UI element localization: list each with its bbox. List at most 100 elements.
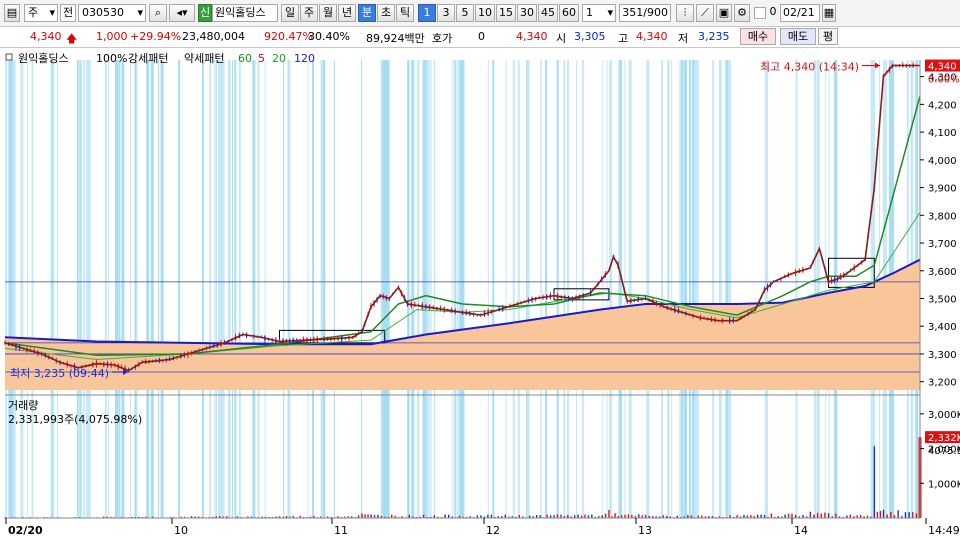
volume-bar <box>577 514 579 518</box>
strong-pattern-band <box>134 60 137 518</box>
volume-bar <box>604 513 607 518</box>
strong-pattern-band <box>817 60 820 518</box>
strong-pattern-band <box>160 60 164 518</box>
date-checkbox[interactable] <box>754 7 766 19</box>
strong-pattern-band <box>83 60 85 518</box>
volume-bar <box>608 510 610 518</box>
volume-tick-label: 3,000K <box>928 410 960 421</box>
x-tick-label: 14:49 <box>928 524 960 537</box>
chart-menu-icon[interactable]: ▤ <box>4 4 20 22</box>
volume-bar <box>591 514 593 518</box>
buy-button[interactable]: 매수 <box>740 28 776 45</box>
strong-pattern-band <box>231 60 233 518</box>
candle-type-icon[interactable]: ⫶ <box>676 4 694 22</box>
strong-pattern-band <box>512 60 515 518</box>
strong-pattern-band <box>215 60 217 518</box>
strong-pattern-band <box>118 60 121 518</box>
price-tick-label: 3,400 <box>928 322 957 333</box>
interval-button-15[interactable]: 15 <box>496 4 516 22</box>
volume-bar <box>820 513 822 518</box>
period-button-year[interactable]: 년 <box>338 4 356 22</box>
calendar-icon[interactable]: ▦ <box>822 4 836 22</box>
interval-button-45[interactable]: 45 <box>538 4 558 22</box>
strong-pattern-band <box>130 60 132 518</box>
interval-button-1[interactable]: 1 <box>418 4 436 22</box>
open-label: 시 <box>556 32 567 45</box>
gear-icon[interactable]: ⚙ <box>734 4 750 22</box>
average-button[interactable]: 평 <box>818 28 838 45</box>
strong-pattern-band <box>79 60 81 518</box>
volume-bar <box>560 514 562 518</box>
price-tick-label: 3,800 <box>928 211 957 222</box>
volume-summary: 2,331,993주(4,075.98%) <box>8 413 142 426</box>
low-annotation: 최저 3,235 (09:44) <box>10 367 109 380</box>
market-select[interactable]: 주 ▾ <box>24 4 58 22</box>
current-price-tag: 4,340 <box>928 62 957 73</box>
strong-pattern-band <box>8 60 12 518</box>
strong-pattern-band <box>430 60 432 518</box>
period-button-second[interactable]: 초 <box>377 4 395 22</box>
speaker-icon[interactable]: ◂▾ <box>169 4 195 22</box>
period-button-week[interactable]: 주 <box>300 4 318 22</box>
strong-pattern-band <box>104 60 107 518</box>
price-tick-label: 4,200 <box>928 100 957 111</box>
interval-button-3[interactable]: 3 <box>437 4 455 22</box>
line-draw-icon[interactable]: ⟋ <box>696 4 714 22</box>
count-display[interactable]: 351/900 <box>619 4 671 22</box>
legend-bullet-icon <box>5 53 13 61</box>
save-icon[interactable]: ▣ <box>716 4 732 22</box>
volume-bar <box>912 512 914 518</box>
interval-button-30[interactable]: 30 <box>517 4 537 22</box>
volume-bar <box>787 513 790 518</box>
interval-button-10[interactable]: 10 <box>475 4 495 22</box>
change-percent: +29.94% <box>130 30 182 43</box>
sell-button[interactable]: 매도 <box>780 28 816 45</box>
current-price: 4,340 <box>30 30 62 43</box>
strong-pattern-band <box>694 60 698 518</box>
prefix-select[interactable]: 전 <box>60 4 76 22</box>
price-tick-label: 3,500 <box>928 294 957 305</box>
volume-tag-pct: 4075.98 <box>928 446 960 457</box>
strong-pattern-band <box>20 60 24 518</box>
strong-pattern-band <box>218 60 222 518</box>
stock-code-value: 030530 <box>82 6 124 19</box>
strong-pattern-band <box>320 60 322 518</box>
stock-code-input[interactable]: 030530 ▾ <box>78 4 146 22</box>
interval-input[interactable]: 1 ▾ <box>582 4 616 22</box>
period-button-month[interactable]: 월 <box>319 4 337 22</box>
strong-pattern-band <box>115 60 119 518</box>
x-tick-label: 12 <box>486 524 500 537</box>
volume-bar <box>364 514 366 518</box>
checkbox-label: 0 <box>769 5 777 18</box>
high-value: 4,340 <box>636 30 668 43</box>
chevron-down-icon: ▾ <box>607 6 613 19</box>
strong-pattern-band <box>461 60 465 518</box>
volume-bar <box>556 514 559 518</box>
x-tick-label: 13 <box>638 524 652 537</box>
strong-pattern-band <box>697 60 699 518</box>
high-annotation: 최고 4,340 (14:34) <box>760 61 859 74</box>
strong-pattern-band <box>146 60 150 518</box>
period-button-tick[interactable]: 틱 <box>396 4 414 22</box>
period-button-day[interactable]: 일 <box>281 4 299 22</box>
volume-bar <box>879 510 882 518</box>
volume-bar <box>770 513 773 518</box>
period-button-minute[interactable]: 분 <box>358 4 376 22</box>
volume-bar <box>886 514 888 518</box>
new-badge: 신 <box>198 4 212 22</box>
search-icon[interactable]: ⌕ <box>149 4 167 22</box>
date-input[interactable]: 02/21 <box>780 4 820 22</box>
stock-name-field[interactable]: 원익홀딩스 <box>212 4 278 22</box>
legend-stock-name: 원익홀딩스 <box>18 52 69 65</box>
interval-button-60[interactable]: 60 <box>559 4 579 22</box>
strong-pattern-band <box>457 60 459 518</box>
price-chart[interactable]: 4,3004,2004,1004,0003,9003,8003,7003,600… <box>0 48 960 538</box>
strong-pattern-band <box>451 60 453 518</box>
volume-bar <box>361 513 363 518</box>
chart-area[interactable]: 4,300 4,200 4,100 4,000 3,900 3,800 3,700 3,600… <box>0 48 960 538</box>
strong-pattern-band <box>157 60 159 518</box>
quote-bar: 4,340 🡅 1,000 +29.94% 23,480,004 920.47%… <box>0 27 960 48</box>
volume-bar <box>627 514 630 518</box>
interval-button-5[interactable]: 5 <box>456 4 474 22</box>
volume-ratio: 920.47% <box>264 30 313 43</box>
